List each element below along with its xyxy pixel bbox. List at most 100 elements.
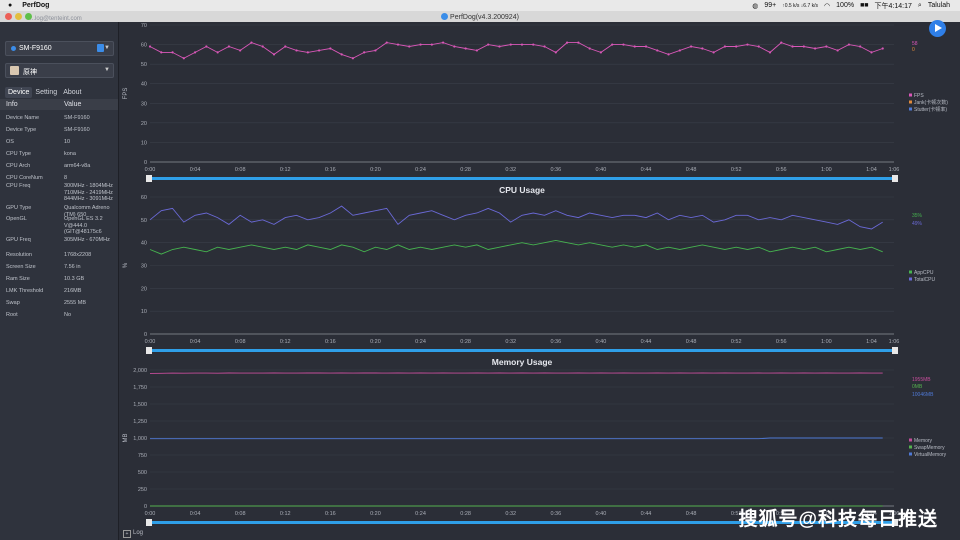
fps-point bbox=[881, 47, 884, 50]
x-tick-label: 1:00 bbox=[821, 167, 832, 173]
x-tick-label: 0:00 bbox=[145, 339, 156, 345]
x-tick-label: 0:16 bbox=[325, 339, 336, 345]
legend-label[interactable]: VirtualMemory bbox=[914, 452, 947, 458]
fps-point bbox=[340, 53, 343, 56]
x-tick-label: 0:28 bbox=[460, 167, 471, 173]
fps-point bbox=[408, 45, 411, 48]
range-handle-right[interactable] bbox=[892, 175, 898, 182]
fps-point bbox=[487, 43, 490, 46]
x-tick-label: 0:48 bbox=[686, 511, 697, 517]
fps-point bbox=[554, 51, 557, 54]
fps-point bbox=[261, 45, 264, 48]
x-tick-label: 0:00 bbox=[145, 511, 156, 517]
fps-point bbox=[351, 57, 355, 60]
range-handle-left[interactable] bbox=[146, 175, 152, 182]
y-tick-label: 20 bbox=[141, 121, 147, 127]
range-handle-left[interactable] bbox=[146, 519, 152, 526]
y-tick-label: 2,000 bbox=[133, 368, 147, 374]
info-key: Ram Size bbox=[6, 276, 30, 282]
info-value: arm64-v8a bbox=[64, 163, 91, 169]
fps-point bbox=[577, 41, 580, 44]
range-handle-left[interactable] bbox=[146, 347, 152, 354]
fps-point bbox=[250, 41, 253, 44]
tab-about[interactable]: About bbox=[60, 87, 84, 98]
y-tick-label: 20 bbox=[141, 286, 147, 292]
x-tick-label: 0:28 bbox=[460, 339, 471, 345]
y-tick-label: 60 bbox=[141, 43, 147, 49]
clock[interactable]: 下午4:14:17 bbox=[875, 1, 912, 11]
x-tick-label: 1:06 bbox=[889, 339, 900, 345]
info-table-header: Info Value bbox=[0, 99, 118, 110]
app-name: 原神 bbox=[23, 69, 37, 76]
battery-icon[interactable]: ■■ bbox=[860, 2, 868, 9]
info-value: 305MHz - 670MHz bbox=[64, 237, 110, 243]
y-tick-label: 0 bbox=[144, 332, 147, 338]
fps-point bbox=[182, 57, 185, 60]
value-header: Value bbox=[64, 101, 82, 108]
device-select[interactable]: SM-F9160 ▼ bbox=[5, 41, 114, 56]
x-tick-label: 0:28 bbox=[460, 511, 471, 517]
range-handle-right[interactable] bbox=[892, 347, 898, 354]
current-value: 0MB bbox=[912, 384, 923, 390]
legend-label[interactable]: SwapMemory bbox=[914, 445, 945, 451]
info-key: Resolution bbox=[6, 252, 32, 258]
fps-point bbox=[599, 51, 603, 54]
wifi-icon[interactable]: ◠ bbox=[824, 2, 830, 10]
chart-1: CPU Usage% 0 10 20 30 40 50 60 0:00 0:04 0:08 0:12 0… bbox=[123, 185, 936, 354]
x-tick-label: 0:56 bbox=[776, 339, 787, 345]
x-tick-label: 0:12 bbox=[280, 339, 291, 345]
legend-label[interactable]: Memory bbox=[914, 438, 933, 444]
info-key: Screen Size bbox=[6, 264, 36, 270]
info-key: LMK Threshold bbox=[6, 288, 44, 294]
current-value: 35% bbox=[912, 213, 923, 219]
expand-log-icon[interactable]: + bbox=[123, 530, 131, 538]
x-tick-label: 0:00 bbox=[145, 167, 156, 173]
app-menu[interactable]: PerfDog bbox=[22, 2, 49, 9]
info-header: Info bbox=[6, 101, 18, 108]
fps-point bbox=[239, 49, 242, 52]
fps-point bbox=[374, 49, 377, 52]
y-tick-label: 10 bbox=[141, 140, 147, 146]
net-speed: ↑0.5 k/s ↓6.7 k/s bbox=[782, 2, 819, 9]
fps-point bbox=[802, 45, 805, 48]
y-tick-label: 40 bbox=[141, 82, 147, 88]
x-tick-label: 0:12 bbox=[280, 511, 291, 517]
notification-icon[interactable]: ◍ bbox=[752, 2, 758, 10]
current-value: 0 bbox=[912, 47, 915, 53]
play-icon[interactable] bbox=[929, 20, 946, 37]
fps-point bbox=[520, 43, 524, 46]
apple-icon[interactable]: ● bbox=[8, 2, 12, 9]
user-name[interactable]: Talulah bbox=[928, 2, 950, 9]
info-value: SM-F9160 bbox=[64, 127, 90, 133]
legend-label[interactable]: Jank(卡顿次数) bbox=[914, 99, 948, 106]
y-tick-label: 40 bbox=[141, 241, 147, 247]
fps-point bbox=[836, 49, 839, 52]
y-tick-label: 1,000 bbox=[133, 436, 147, 442]
tab-device[interactable]: Device bbox=[5, 87, 33, 98]
legend-label[interactable]: TotalCPU bbox=[914, 277, 936, 283]
x-tick-label: 1:04 bbox=[866, 339, 877, 345]
x-tick-label: 0:04 bbox=[190, 167, 201, 173]
charts-panel: FPS 0 10 20 30 40 50 60 70 0:00 0:04 0:08 0:12 0:16 0:… bbox=[119, 22, 960, 540]
x-tick-label: 0:32 bbox=[505, 167, 516, 173]
notification-count: 99+ bbox=[764, 2, 777, 9]
time-range-slider[interactable] bbox=[147, 349, 897, 352]
app-select[interactable]: 原神 ▼ bbox=[5, 63, 114, 78]
fps-point bbox=[498, 45, 501, 48]
legend-label[interactable]: FPS bbox=[914, 93, 924, 99]
x-tick-label: 0:52 bbox=[731, 339, 742, 345]
y-tick-label: 60 bbox=[141, 195, 147, 201]
chevron-down-icon: ▼ bbox=[104, 45, 110, 51]
search-icon[interactable]: ⌕ bbox=[918, 2, 922, 10]
info-key: Root bbox=[6, 312, 18, 318]
legend-label[interactable]: Stutter(卡顿率) bbox=[914, 106, 947, 113]
info-key: OS bbox=[6, 139, 14, 145]
time-range-slider[interactable] bbox=[147, 177, 897, 180]
x-tick-label: 0:44 bbox=[641, 167, 652, 173]
x-tick-label: 0:36 bbox=[550, 167, 561, 173]
info-value: 300MHz - 1804MHz 710MHz - 2419MHz 844MHz… bbox=[64, 183, 113, 202]
tab-setting[interactable]: Setting bbox=[32, 87, 60, 98]
series-line-memory bbox=[149, 372, 883, 374]
x-tick-label: 0:36 bbox=[550, 511, 561, 517]
legend-label[interactable]: AppCPU bbox=[914, 270, 934, 276]
